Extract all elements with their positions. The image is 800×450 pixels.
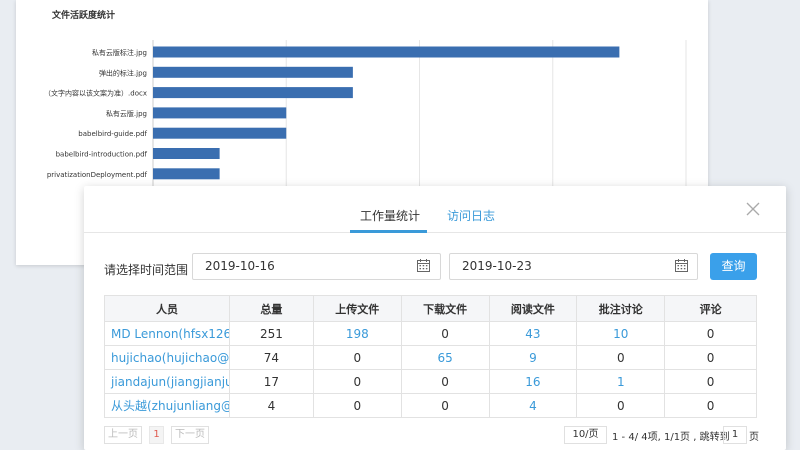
upload-cell: 0 [312,345,402,370]
annotate-cell: 0 [576,393,666,418]
download-cell: 0 [400,321,490,346]
bar[interactable] [153,168,220,180]
category-label: 弹出的标注.jpg [99,68,147,77]
total-cell: 251 [229,321,314,346]
bar[interactable] [153,107,287,119]
annotate-cell: 0 [576,345,666,370]
category-label: （文字内容以该文案为准）.docx [44,89,147,98]
read-count-link[interactable]: 16 [488,369,578,394]
table-header-row: 人员 总量 上传文件 下载文件 阅读文件 批注讨论 评论 [104,295,757,322]
upload-count-link[interactable]: 198 [312,321,402,346]
start-date-input[interactable]: 2019-10-16 [192,253,441,280]
column-header-comment: 评论 [664,295,757,322]
person-link[interactable]: MD Lennon(hfsx126... [104,321,230,346]
comment-cell: 0 [664,345,757,370]
person-link[interactable]: jiandajun(jiangjianju... [104,369,230,394]
comment-cell: 0 [664,369,757,394]
download-cell: 0 [400,393,490,418]
annotate-count-link[interactable]: 10 [576,321,666,346]
table-row: hujichao(hujichao@... 74 0 65 9 0 0 [104,345,757,370]
column-header-total: 总量 [229,295,314,322]
time-range-label: 请选择时间范围 [104,263,189,277]
category-label: 私有云版.jpg [106,109,147,118]
column-header-read: 阅读文件 [488,295,578,322]
category-label: privatizationDeployment.pdf [47,171,148,179]
page-size-select[interactable]: 10/页 [564,426,607,444]
person-link[interactable]: 从头越(zhujunliang@... [104,393,230,418]
close-icon[interactable] [746,202,760,216]
column-header-upload: 上传文件 [312,295,402,322]
comment-cell: 0 [664,321,757,346]
download-cell: 0 [400,369,490,394]
tab-bar: 工作量统计 访问日志 [84,186,786,233]
column-header-annotate: 批注讨论 [576,295,666,322]
bar[interactable] [153,148,220,159]
upload-cell: 0 [312,369,402,394]
category-label: 私有云版标注.jpg [92,48,147,57]
end-date-input[interactable]: 2019-10-23 [449,253,698,280]
category-label: babelbird-guide.pdf [78,130,147,138]
total-cell: 74 [229,345,314,370]
tab-access-log[interactable]: 访问日志 [447,207,495,224]
table-row: 从头越(zhujunliang@... 4 0 0 4 0 0 [104,393,757,418]
table-row: MD Lennon(hfsx126... 251 198 0 43 10 0 [104,321,757,346]
column-header-person: 人员 [104,295,230,322]
read-count-link[interactable]: 4 [488,393,578,418]
annotate-count-link[interactable]: 1 [576,369,666,394]
page-number-button[interactable]: 1 [149,426,164,444]
comment-cell: 0 [664,393,757,418]
upload-cell: 0 [312,393,402,418]
bar[interactable] [153,66,353,78]
category-label: babelbird-introduction.pdf [56,151,148,159]
bar[interactable] [153,87,353,99]
pager-info: 1 - 4/ 4项, 1/1页 , 跳转到 [612,432,730,443]
jump-page-input[interactable]: 1 [723,426,747,444]
person-link[interactable]: hujichao(hujichao@... [104,345,230,370]
column-header-download: 下载文件 [400,295,490,322]
prev-page-button[interactable]: 上一页 [104,426,142,444]
table-row: jiandajun(jiangjianju... 17 0 0 16 1 0 [104,369,757,394]
next-page-button[interactable]: 下一页 [171,426,209,444]
query-button[interactable]: 查询 [710,253,757,280]
active-tab-indicator [350,230,427,233]
stats-table: 人员 总量 上传文件 下载文件 阅读文件 批注讨论 评论 MD Lennon(h… [104,295,757,418]
jump-suffix: 页 [749,432,759,443]
calendar-icon[interactable] [417,259,430,272]
bar[interactable] [153,46,620,58]
tab-workload[interactable]: 工作量统计 [360,207,420,224]
download-count-link[interactable]: 65 [400,345,490,370]
read-count-link[interactable]: 43 [488,321,578,346]
total-cell: 17 [229,369,314,394]
read-count-link[interactable]: 9 [488,345,578,370]
workload-modal: 工作量统计 访问日志 请选择时间范围 2019-10-16 2019-10-23… [84,186,786,450]
calendar-icon[interactable] [675,259,688,272]
bar[interactable] [153,127,287,139]
total-cell: 4 [229,393,314,418]
